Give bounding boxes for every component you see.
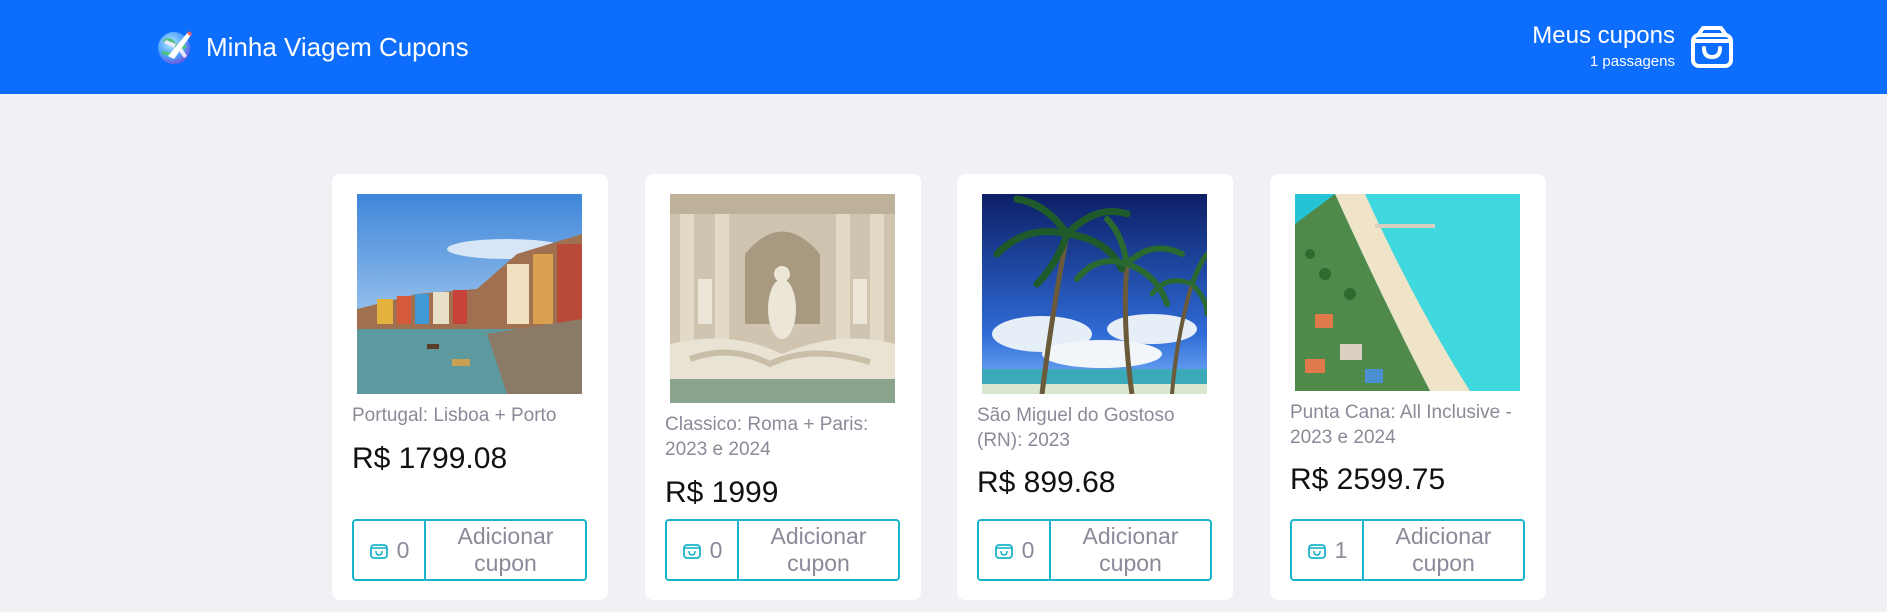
add-coupon-button[interactable]: Adicionar cupon <box>1051 521 1210 579</box>
cart-count: 1 passagens <box>1589 53 1675 70</box>
product-price: R$ 1799.08 <box>352 442 508 475</box>
aerial-beach-photo <box>1295 194 1520 391</box>
cart-quantity: 1 <box>1292 521 1364 579</box>
product-card: São Miguel do Gostoso (RN): 2023 R$ 899.… <box>957 174 1233 600</box>
product-price: R$ 899.68 <box>977 466 1116 499</box>
add-coupon-button[interactable]: Adicionar cupon <box>739 521 898 579</box>
product-name: São Miguel do Gostoso (RN): 2023 <box>977 405 1175 451</box>
brand-title: Minha Viagem Cupons <box>206 31 469 62</box>
quantity-value: 0 <box>396 536 410 563</box>
product-card: Portugal: Lisboa + Porto R$ 1799.08 0 Ad… <box>332 174 608 600</box>
cart-quantity: 0 <box>354 521 426 579</box>
shopping-bag-icon[interactable] <box>1689 24 1735 70</box>
product-card: Classico: Roma + Paris: 2023 e 2024 R$ 1… <box>645 174 921 600</box>
product-name: Classico: Roma + Paris: 2023 e 2024 <box>665 414 869 460</box>
top-navbar: Minha Viagem Cupons Meus cupons 1 passag… <box>0 0 1887 94</box>
product-price: R$ 2599.75 <box>1290 463 1446 496</box>
shopping-bag-icon <box>1307 544 1326 559</box>
product-name: Punta Cana: All Inclusive - 2023 e 2024 <box>1290 402 1512 448</box>
cart-link[interactable]: Meus cupons 1 passagens <box>1532 18 1735 76</box>
product-name: Portugal: Lisboa + Porto <box>352 405 557 426</box>
brand[interactable]: Minha Viagem Cupons <box>154 26 469 68</box>
cart-title: Meus cupons <box>1532 22 1675 49</box>
shopping-bag-icon <box>369 544 388 559</box>
quantity-value: 0 <box>709 536 723 563</box>
cart-summary: Meus cupons 1 passagens <box>1532 21 1675 73</box>
cart-quantity: 0 <box>979 521 1051 579</box>
product-actions: 1 Adicionar cupon <box>1290 519 1525 581</box>
quantity-value: 1 <box>1334 536 1348 563</box>
add-coupon-button[interactable]: Adicionar cupon <box>426 521 585 579</box>
palm-trees-photo <box>982 194 1207 394</box>
product-actions: 0 Adicionar cupon <box>977 519 1212 581</box>
product-actions: 0 Adicionar cupon <box>665 519 900 581</box>
add-coupon-button[interactable]: Adicionar cupon <box>1364 521 1523 579</box>
product-actions: 0 Adicionar cupon <box>352 519 587 581</box>
product-price: R$ 1999 <box>665 476 779 509</box>
trevi-fountain-photo <box>670 194 895 403</box>
shopping-bag-icon <box>994 544 1013 559</box>
shopping-bag-icon <box>682 544 701 559</box>
product-card: Punta Cana: All Inclusive - 2023 e 2024 … <box>1270 174 1546 600</box>
porto-riverside-photo <box>357 194 582 394</box>
globe-plane-icon <box>158 30 193 64</box>
cart-quantity: 0 <box>667 521 739 579</box>
quantity-value: 0 <box>1021 536 1035 563</box>
